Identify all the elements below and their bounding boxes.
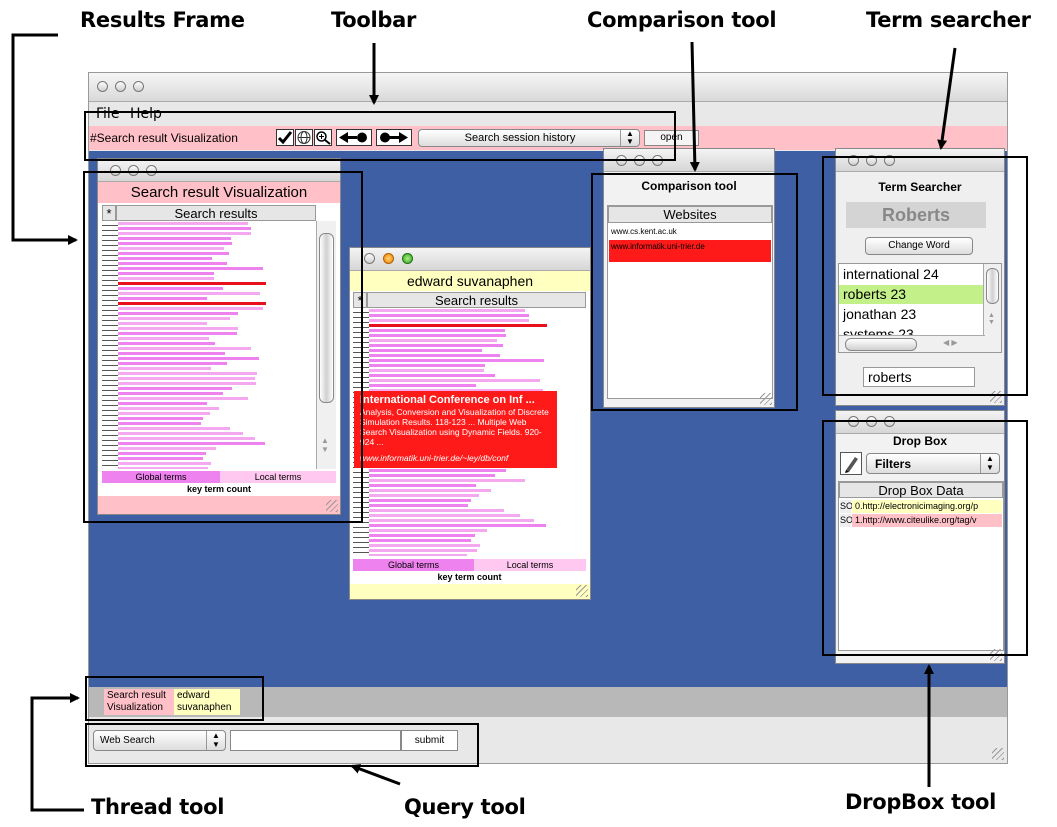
callout-comparison-tool: Comparison tool bbox=[587, 8, 777, 32]
callout-dropbox-tool: DropBox tool bbox=[845, 790, 997, 814]
callout-toolbar: Toolbar bbox=[331, 8, 417, 32]
callout-term-searcher: Term searcher bbox=[866, 8, 1031, 32]
callout-results-frame: Results Frame bbox=[80, 8, 245, 32]
annotation-arrows bbox=[11, 33, 957, 812]
callout-thread-tool: Thread tool bbox=[91, 795, 225, 819]
callout-query-tool: Query tool bbox=[404, 795, 526, 819]
